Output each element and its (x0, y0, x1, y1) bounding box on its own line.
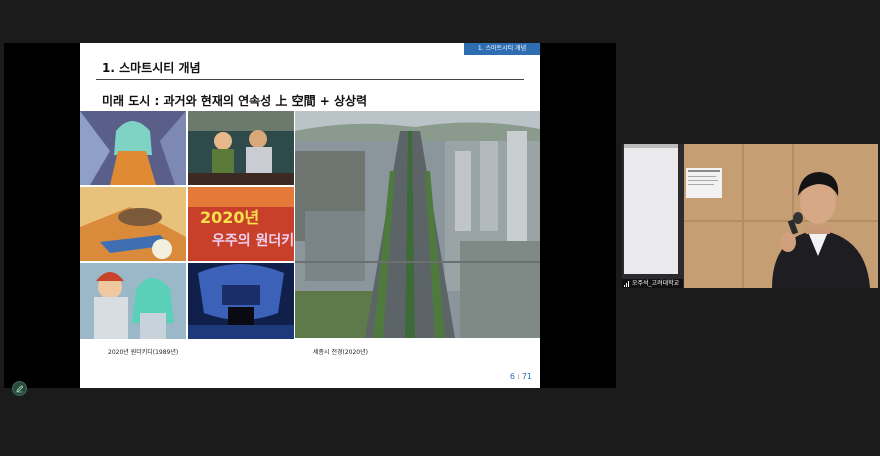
cartoon-frame-4: 2020년 우주의 원더키디 (188, 187, 294, 261)
cartoon-image-grid: 2020년 우주의 원더키디 (80, 111, 294, 339)
right-image-caption: 세종시 전경(2020년) (313, 349, 368, 356)
participant-video-tile[interactable]: 오주석_고려대학교 (622, 144, 878, 288)
annotate-button[interactable] (12, 381, 27, 396)
cartoon-frame-5 (80, 263, 186, 339)
svg-text:우주의 원더키디: 우주의 원더키디 (212, 232, 294, 249)
section-tag: 1. 스마트시티 개념 (464, 43, 540, 55)
slide-title: 1. 스마트시티 개념 (102, 61, 201, 75)
page-total: 71 (521, 372, 532, 381)
page-separator: I (517, 374, 520, 381)
presentation-slide: 1. 스마트시티 개념 1. 스마트시티 개념 미래 도시 : 과거와 현재의 … (80, 43, 540, 388)
signal-bars-icon (624, 280, 630, 287)
svg-text:2020년: 2020년 (200, 208, 259, 227)
cartoon-frame-6 (188, 263, 294, 339)
cartoon-frame-3 (80, 187, 186, 261)
left-image-caption: 2020년 원더키디(1989년) (108, 349, 179, 356)
title-divider (96, 79, 524, 80)
page-number: 6 I 71 (510, 372, 532, 381)
slide-subtitle: 미래 도시 : 과거와 현재의 연속성 上 空間 + 상상력 (102, 94, 368, 108)
sejong-city-photo (295, 111, 540, 338)
pen-icon (16, 385, 24, 393)
cartoon-frame-2 (188, 111, 294, 185)
participant-name-label: 오주석_고려대학교 (622, 279, 684, 288)
cartoon-frame-1 (80, 111, 186, 185)
page-current: 6 (509, 372, 515, 381)
participant-name: 오주석_고려대학교 (632, 280, 680, 287)
